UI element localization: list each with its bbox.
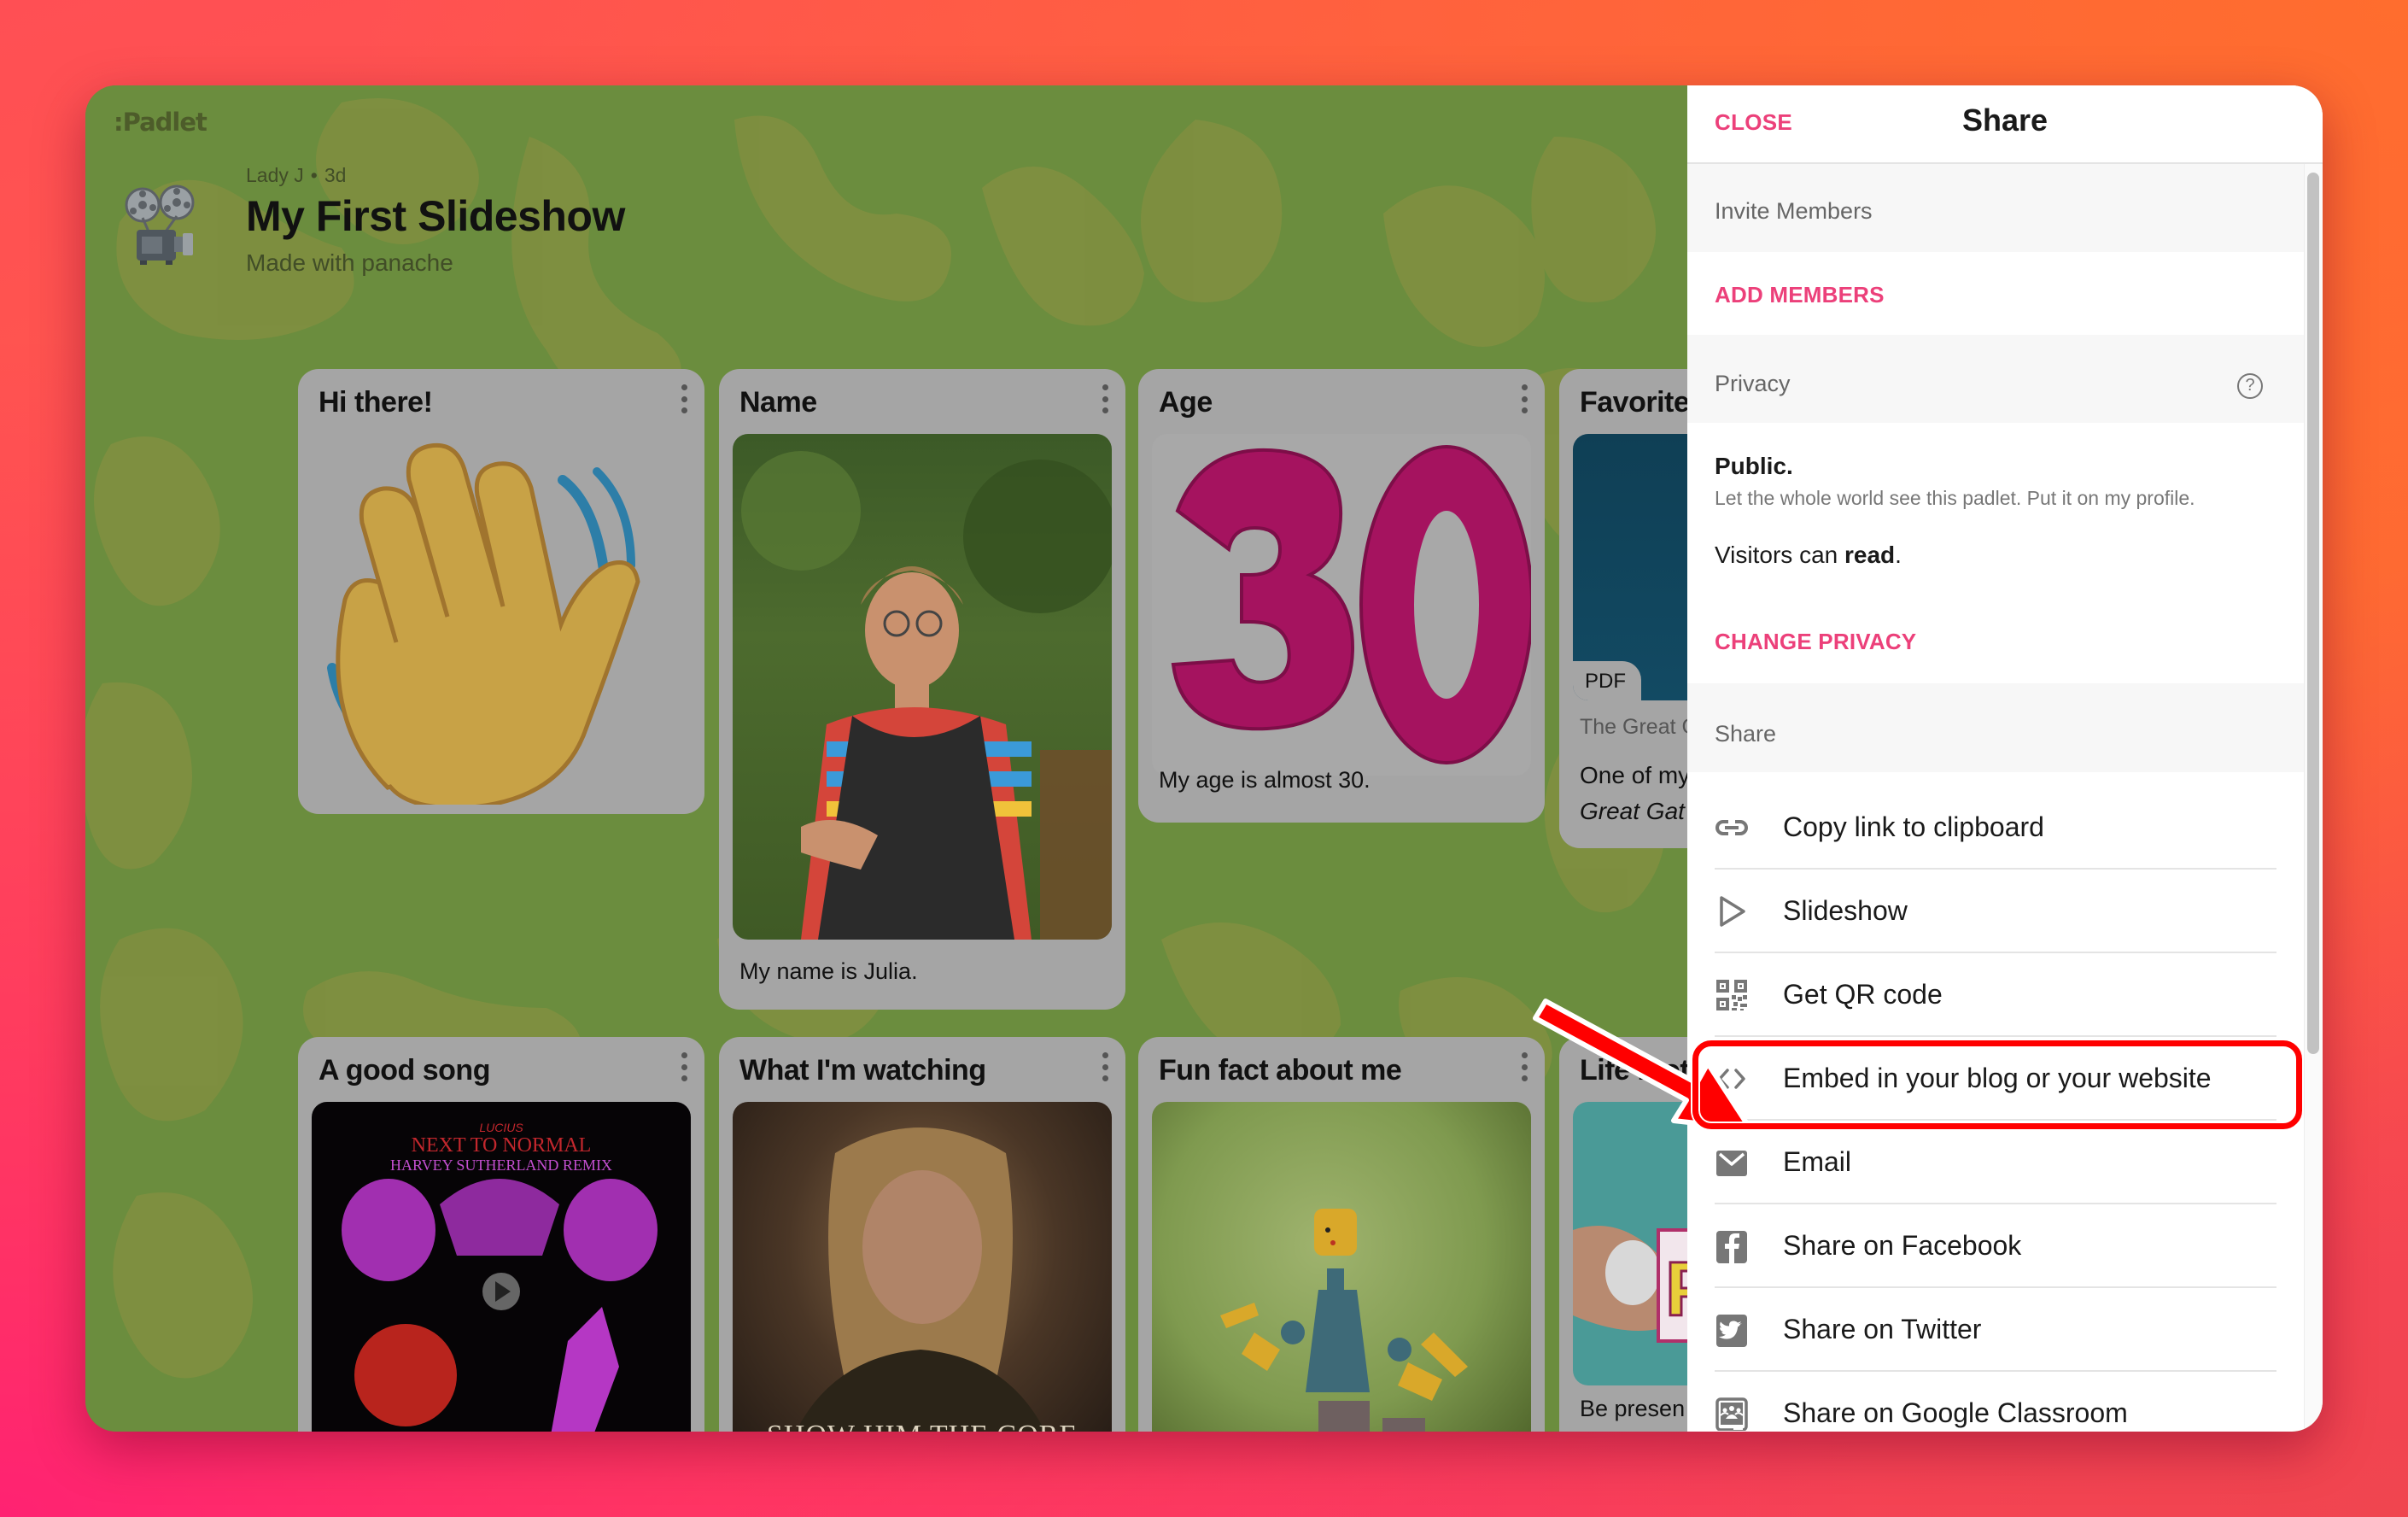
share-item-slideshow[interactable]: Slideshow	[1715, 870, 2276, 953]
change-privacy-button[interactable]: CHANGE PRIVACY	[1715, 629, 1916, 655]
help-icon[interactable]: ?	[2237, 373, 2263, 399]
share-item-twitter[interactable]: Share on Twitter	[1715, 1288, 2276, 1372]
twitter-icon	[1715, 1313, 1749, 1347]
share-item-label: Share on Facebook	[1783, 1230, 2022, 1261]
google-classroom-icon	[1715, 1397, 1749, 1431]
share-item-google-classroom[interactable]: Share on Google Classroom	[1715, 1372, 2276, 1432]
share-item-copy-link[interactable]: Copy link to clipboard	[1715, 786, 2276, 870]
visitor-permission: Visitors can read.	[1715, 542, 1902, 568]
share-item-email[interactable]: Email	[1715, 1121, 2276, 1204]
scrollbar-thumb[interactable]	[2307, 173, 2319, 1054]
padlet-board: :Padlet Lady J • 3d My First Slideshow Mad…	[85, 85, 1687, 1432]
share-item-qr-code[interactable]: Get QR code	[1715, 953, 2276, 1037]
section-label: Share	[1715, 721, 1777, 747]
privacy-description: Let the whole world see this padlet. Put…	[1715, 487, 2195, 509]
share-item-label: Copy link to clipboard	[1783, 811, 2044, 842]
share-item-label: Email	[1783, 1146, 1852, 1177]
play-icon	[1715, 894, 1749, 928]
app-window: :Padlet Lady J • 3d My First Slideshow Mad…	[85, 85, 2323, 1432]
share-item-label: Share on Twitter	[1783, 1314, 1982, 1344]
share-item-label: Slideshow	[1783, 895, 1908, 926]
add-members-button[interactable]: ADD MEMBERS	[1715, 282, 1885, 308]
share-item-label: Share on Google Classroom	[1783, 1397, 2128, 1428]
link-icon	[1715, 811, 1749, 845]
section-label: Privacy	[1715, 371, 1791, 396]
privacy-section-header: Privacy ?	[1687, 335, 2304, 423]
share-section-header: Share	[1687, 683, 2304, 772]
share-panel: CLOSE Share Invite Members ADD MEMBERS P…	[1687, 85, 2323, 1432]
share-item-facebook[interactable]: Share on Facebook	[1715, 1204, 2276, 1288]
invite-members-section-header: Invite Members	[1687, 164, 2304, 252]
section-label: Invite Members	[1715, 198, 1873, 224]
share-item-label: Get QR code	[1783, 979, 1943, 1010]
modal-dim-overlay[interactable]	[85, 85, 1687, 1432]
privacy-level: Public.	[1715, 453, 1793, 479]
facebook-icon	[1715, 1229, 1749, 1263]
permission-level: read	[1844, 542, 1896, 568]
annotation-highlight-box	[1692, 1040, 2302, 1129]
panel-header: CLOSE Share	[1687, 85, 2323, 164]
panel-title: Share	[1961, 102, 2049, 138]
email-icon	[1715, 1145, 1749, 1180]
